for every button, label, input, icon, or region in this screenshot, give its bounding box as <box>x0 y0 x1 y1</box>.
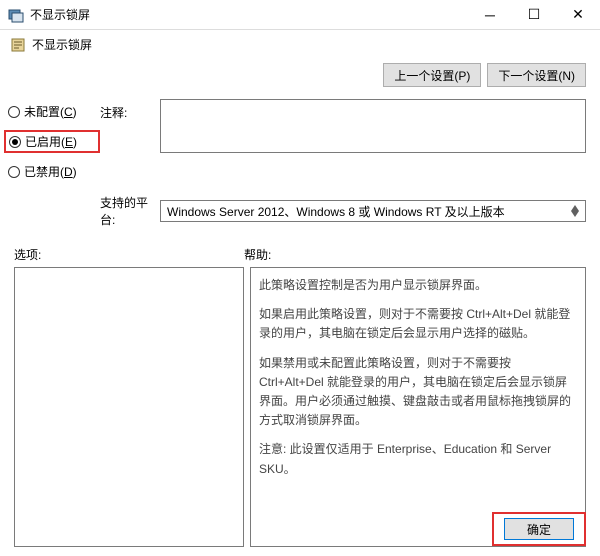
help-heading: 帮助: <box>244 246 586 263</box>
window-titlebar: 不显示锁屏 ─ ☐ ✕ <box>0 0 600 30</box>
highlight-box: 已启用(E) <box>4 130 100 153</box>
radio-icon <box>8 106 20 118</box>
previous-setting-button[interactable]: 上一个设置(P) <box>383 63 481 87</box>
comment-textbox[interactable] <box>160 99 586 153</box>
window-icon <box>8 7 24 23</box>
help-text: 注意: 此设置仅适用于 Enterprise、Education 和 Serve… <box>259 440 577 478</box>
help-text: 如果启用此策略设置，则对于不需要按 Ctrl+Alt+Del 就能登录的用户，其… <box>259 305 577 343</box>
micro-scroll[interactable] <box>571 205 579 217</box>
close-button[interactable]: ✕ <box>556 0 600 29</box>
radio-icon <box>8 166 20 178</box>
help-text: 此策略设置控制是否为用户显示锁屏界面。 <box>259 276 577 295</box>
radio-enabled[interactable]: 已启用(E) <box>9 133 95 150</box>
comment-label: 注释: <box>100 99 160 121</box>
ok-highlight: 确定 <box>492 512 586 546</box>
maximize-button[interactable]: ☐ <box>512 0 556 29</box>
next-setting-button[interactable]: 下一个设置(N) <box>487 63 586 87</box>
radio-unconfigured[interactable]: 未配置(C) <box>8 103 100 120</box>
options-heading: 选项: <box>14 246 244 263</box>
policy-title: 不显示锁屏 <box>32 36 92 53</box>
ok-button[interactable]: 确定 <box>504 518 574 540</box>
platforms-label: 支持的平台: <box>100 194 160 228</box>
platforms-value: Windows Server 2012、Windows 8 或 Windows … <box>167 203 505 220</box>
window-title: 不显示锁屏 <box>30 6 468 23</box>
radio-disabled[interactable]: 已禁用(D) <box>8 163 100 180</box>
policy-icon <box>10 37 26 53</box>
radio-icon <box>9 136 21 148</box>
radio-disabled-label: 已禁用(D) <box>24 163 77 180</box>
help-pane: 此策略设置控制是否为用户显示锁屏界面。 如果启用此策略设置，则对于不需要按 Ct… <box>250 267 586 547</box>
policy-header: 不显示锁屏 <box>0 30 600 59</box>
minimize-button[interactable]: ─ <box>468 0 512 29</box>
help-text: 如果禁用或未配置此策略设置，则对于不需要按 Ctrl+Alt+Del 就能登录的… <box>259 354 577 431</box>
radio-unconfigured-label: 未配置(C) <box>24 103 77 120</box>
platforms-textbox[interactable]: Windows Server 2012、Windows 8 或 Windows … <box>160 200 586 222</box>
radio-enabled-label: 已启用(E) <box>25 133 77 150</box>
chevron-down-icon <box>571 211 579 217</box>
options-pane[interactable] <box>14 267 244 547</box>
